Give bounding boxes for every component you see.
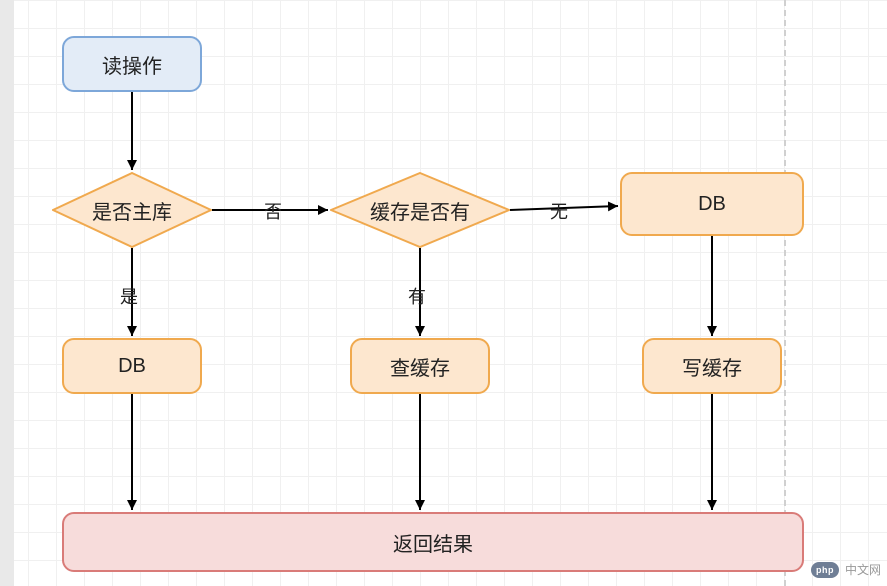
node-start-label: 读操作 (102, 50, 162, 79)
node-is-master-label: 是否主库 (52, 172, 212, 248)
node-db-left: DB (62, 338, 202, 394)
edge-label-yes: 是 (118, 283, 140, 309)
watermark-text: 中文网 (845, 561, 881, 578)
node-write-cache-label: 写缓存 (682, 352, 742, 381)
node-read-cache-label: 查缓存 (390, 352, 450, 381)
node-has-cache-label: 缓存是否有 (330, 172, 510, 248)
node-result-label: 返回结果 (393, 528, 473, 557)
node-db-right-label: DB (698, 193, 726, 216)
watermark: php 中文网 (811, 561, 881, 578)
node-read-cache: 查缓存 (350, 338, 490, 394)
edge-label-no: 否 (262, 198, 284, 224)
edge-label-has: 有 (406, 283, 428, 309)
node-is-master: 是否主库 (52, 172, 212, 248)
php-logo-icon: php (811, 562, 839, 578)
node-db-left-label: DB (118, 355, 146, 378)
node-start: 读操作 (62, 36, 202, 92)
node-has-cache: 缓存是否有 (330, 172, 510, 248)
node-db-right: DB (620, 172, 804, 236)
node-write-cache: 写缓存 (642, 338, 782, 394)
flowchart-canvas: 读操作 是否主库 缓存是否有 DB DB 查缓存 写缓存 返回结果 (0, 0, 887, 586)
edge-label-none: 无 (548, 198, 570, 224)
node-result: 返回结果 (62, 512, 804, 572)
